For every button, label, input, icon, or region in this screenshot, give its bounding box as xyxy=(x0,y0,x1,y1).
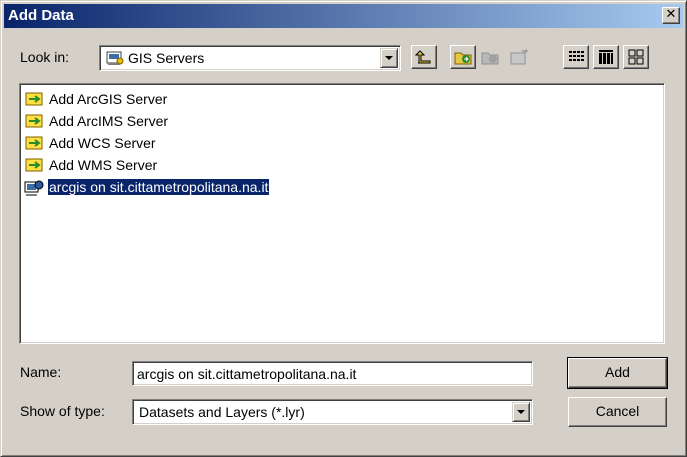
name-label: Name: xyxy=(20,364,62,380)
add-server-icon xyxy=(25,136,43,150)
look-in-value: GIS Servers xyxy=(128,50,205,66)
show-of-type-combo[interactable]: Datasets and Layers (*.lyr) xyxy=(132,399,533,425)
dialog-title: Add Data xyxy=(8,7,74,24)
show-of-type-value: Datasets and Layers (*.lyr) xyxy=(139,404,305,420)
name-field[interactable]: arcgis on sit.cittametropolitana.na.it xyxy=(132,361,533,386)
add-data-dialog: Add Data ✕ Look in: GIS Servers Add ArcG… xyxy=(0,0,687,457)
close-button[interactable]: ✕ xyxy=(662,7,680,24)
gis-servers-icon xyxy=(106,51,124,65)
list-view-icon xyxy=(569,51,584,61)
look-in-combo[interactable]: GIS Servers xyxy=(99,45,401,71)
list-view-button[interactable] xyxy=(563,45,589,69)
thumbnails-view-button[interactable] xyxy=(623,45,649,69)
disconnect-folder-icon xyxy=(481,52,499,65)
cancel-button[interactable]: Cancel xyxy=(568,397,667,427)
show-of-type-label: Show of type: xyxy=(20,403,105,419)
new-folder-icon xyxy=(510,49,528,65)
thumbnails-view-icon xyxy=(628,49,644,65)
add-server-icon xyxy=(25,114,43,128)
look-in-label: Look in: xyxy=(20,49,70,65)
up-one-level-icon xyxy=(415,50,431,64)
name-value: arcgis on sit.cittametropolitana.na.it xyxy=(137,366,357,382)
close-icon: ✕ xyxy=(665,7,677,22)
chevron-down-icon xyxy=(517,410,525,414)
details-view-button[interactable] xyxy=(593,45,619,69)
connect-to-folder-icon xyxy=(454,52,472,65)
details-view-icon xyxy=(599,50,613,64)
connect-to-folder-button[interactable] xyxy=(450,45,476,69)
disconnect-folder-button[interactable] xyxy=(477,45,503,69)
add-server-icon xyxy=(25,92,43,106)
new-folder-button[interactable] xyxy=(505,45,531,69)
add-button[interactable]: Add xyxy=(567,357,668,389)
server-list[interactable]: Add ArcGIS Server Add ArcIMS Server Add … xyxy=(19,83,665,344)
look-in-dropdown-button[interactable] xyxy=(380,48,398,68)
show-of-type-dropdown-button[interactable] xyxy=(512,402,530,422)
up-one-level-button[interactable] xyxy=(411,45,437,69)
title-bar[interactable]: Add Data ✕ xyxy=(4,4,683,28)
server-connection-icon xyxy=(24,180,44,196)
add-server-icon xyxy=(25,158,43,172)
chevron-down-icon xyxy=(385,56,393,60)
